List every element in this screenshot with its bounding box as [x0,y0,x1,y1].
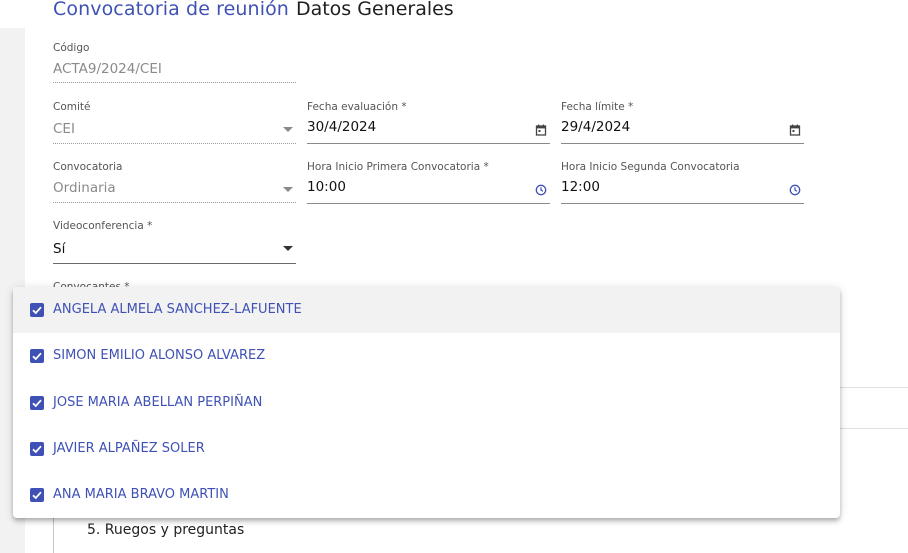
videoconferencia-label: Videoconferencia * [53,220,153,232]
comite-label: Comité [53,101,91,113]
videoconferencia-value: Sí [53,241,66,257]
chevron-down-icon [283,187,293,192]
fecha-limite-label: Fecha límite * [561,101,634,113]
page-title: Convocatoria de reunión [53,0,289,20]
convocatoria-value: Ordinaria [53,180,116,196]
convocatoria-select[interactable]: Convocatoria Ordinaria [53,161,296,205]
fecha-limite-underline [561,143,804,144]
convocatoria-label: Convocatoria [53,161,123,173]
option-javier-alpanez[interactable]: JAVIER ALPAÑEZ SOLER [13,426,840,472]
codigo-underline [53,82,296,83]
codigo-value: ACTA9/2024/CEI [53,61,162,77]
option-label: ANA MARIA BRAVO MARTIN [53,487,229,502]
divider-line [840,387,908,388]
option-label: JOSE MARIA ABELLAN PERPIÑAN [53,395,263,410]
checkbox-checked-icon[interactable] [30,442,44,456]
codigo-label: Código [53,42,90,54]
comite-value: CEI [53,121,75,137]
checkbox-checked-icon[interactable] [30,303,44,317]
videoconferencia-underline [53,263,296,264]
editor-left-border [53,518,54,553]
fecha-evaluacion-value: 30/4/2024 [307,119,377,135]
checkbox-checked-icon[interactable] [30,349,44,363]
hora-primera-label: Hora Inicio Primera Convocatoria * [307,161,489,173]
fecha-evaluacion-input[interactable]: Fecha evaluación * 30/4/2024 [307,101,550,145]
option-label: SIMON EMILIO ALONSO ALVAREZ [53,348,266,363]
comite-underline [53,143,296,144]
checkbox-checked-icon[interactable] [30,488,44,502]
option-label: JAVIER ALPAÑEZ SOLER [53,441,205,456]
hora-segunda-value: 12:00 [561,179,600,195]
option-angela-almela[interactable]: ANGELA ALMELA SANCHEZ-LAFUENTE [13,287,840,333]
option-label: ANGELA ALMELA SANCHEZ-LAFUENTE [53,302,302,317]
page-header: Convocatoria de reunión Datos Generales [53,0,454,24]
option-ana-bravo[interactable]: ANA MARIA BRAVO MARTIN [13,472,840,518]
convocatoria-underline [53,202,296,203]
comite-select[interactable]: Comité CEI [53,101,296,145]
codigo-field[interactable]: Código ACTA9/2024/CEI [53,42,296,86]
fecha-limite-input[interactable]: Fecha límite * 29/4/2024 [561,101,804,145]
fecha-limite-value: 29/4/2024 [561,119,631,135]
chevron-down-icon [283,127,293,132]
option-simon-alonso[interactable]: SIMON EMILIO ALONSO ALVAREZ [13,333,840,379]
hora-segunda-underline [561,203,804,204]
chevron-down-icon [283,246,293,251]
hora-segunda-input[interactable]: Hora Inicio Segunda Convocatoria 12:00 [561,161,804,205]
fecha-evaluacion-underline [307,143,550,144]
section-title: Datos Generales [295,0,454,20]
option-jose-abellan[interactable]: JOSE MARIA ABELLAN PERPIÑAN [13,380,840,426]
hora-primera-value: 10:00 [307,179,346,195]
fecha-evaluacion-label: Fecha evaluación * [307,101,407,113]
clock-icon[interactable] [535,184,547,196]
convocantes-dropdown-panel[interactable]: ANGELA ALMELA SANCHEZ-LAFUENTE SIMON EMI… [13,287,840,518]
clock-icon[interactable] [789,184,801,196]
videoconferencia-select[interactable]: Videoconferencia * Sí [53,220,296,266]
hora-primera-underline [307,203,550,204]
divider-line [840,428,908,429]
hora-segunda-label: Hora Inicio Segunda Convocatoria [561,161,740,173]
orden-dia-item-5: 5. Ruegos y preguntas [87,522,245,538]
hora-primera-input[interactable]: Hora Inicio Primera Convocatoria * 10:00 [307,161,550,205]
calendar-icon[interactable] [789,124,801,136]
checkbox-checked-icon[interactable] [30,396,44,410]
calendar-icon[interactable] [535,124,547,136]
